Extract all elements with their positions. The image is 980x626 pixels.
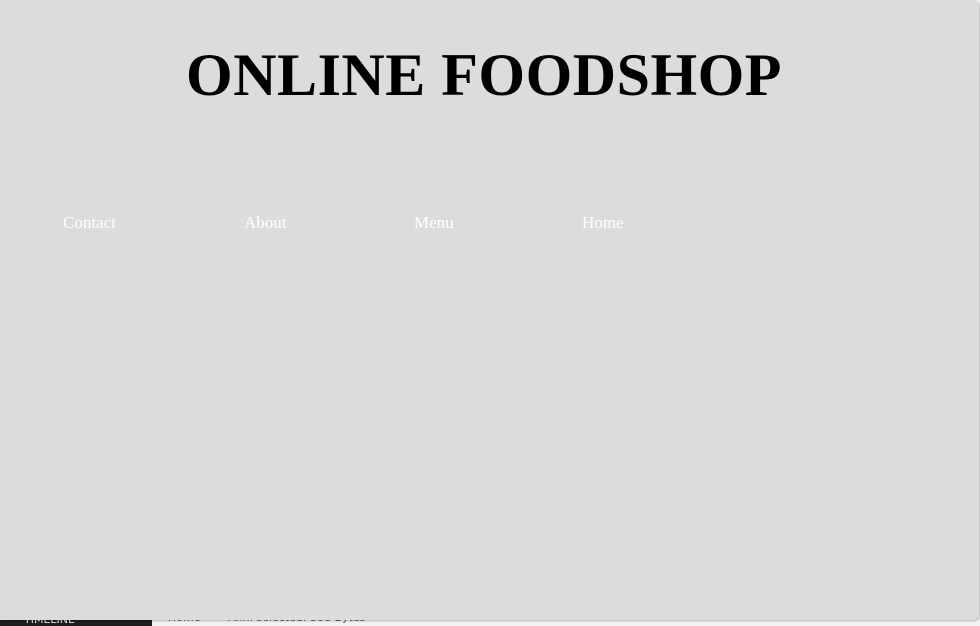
nav-link-menu[interactable]: Menu	[414, 213, 454, 233]
page: TIMELINE Home Anh. selected: 388 Bytes O…	[0, 0, 980, 626]
nav-link-home[interactable]: Home	[582, 213, 624, 233]
nav-link-about[interactable]: About	[244, 213, 287, 233]
browser-viewport: ONLINE FOODSHOP Contact About Menu Home	[0, 0, 979, 620]
nav-link-contact[interactable]: Contact	[63, 213, 116, 233]
site-title: ONLINE FOODSHOP	[186, 42, 782, 108]
